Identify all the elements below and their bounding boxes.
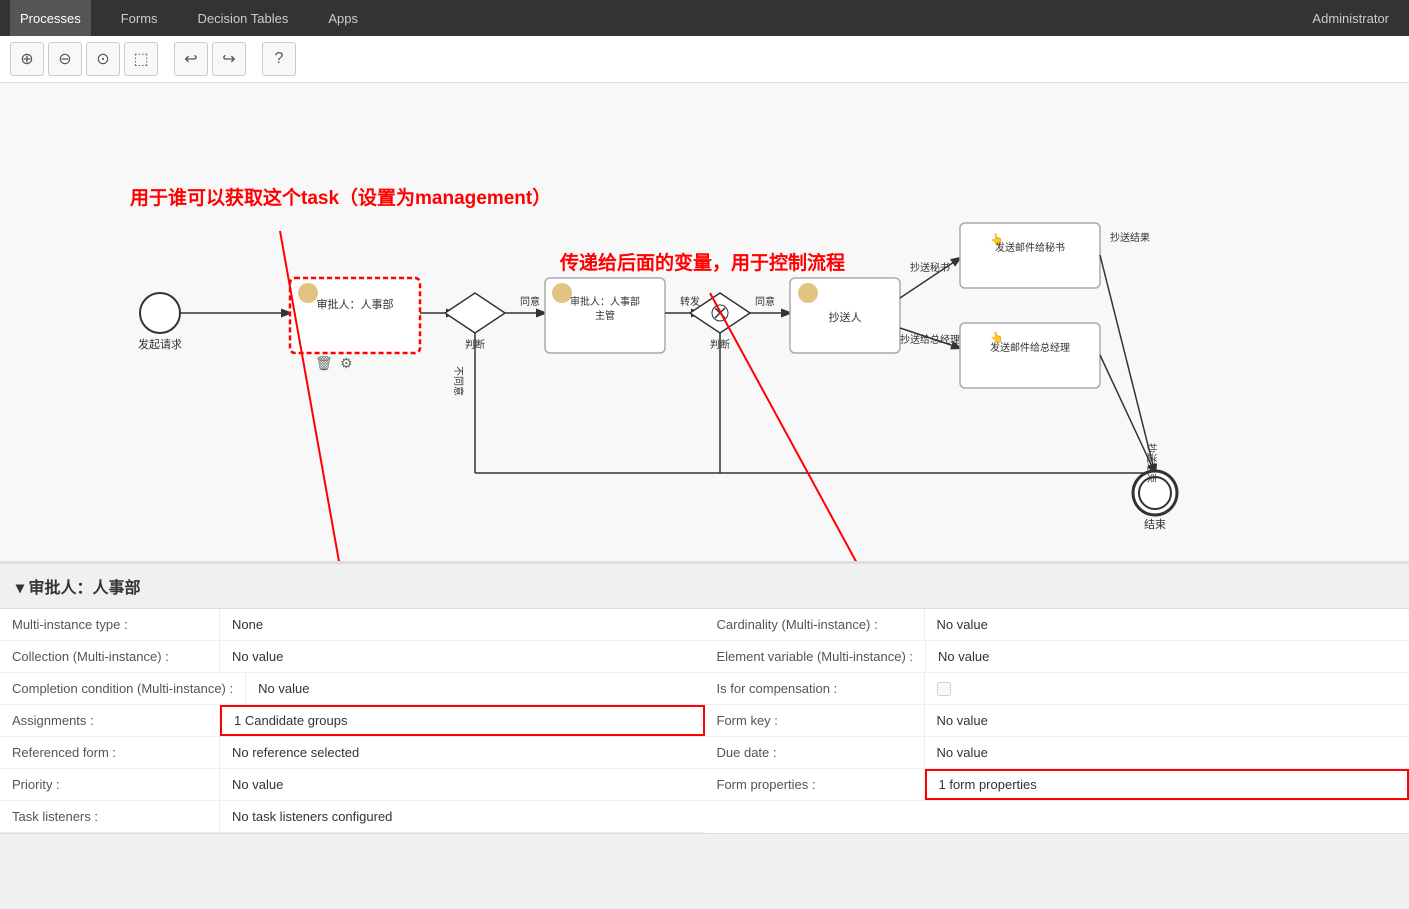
svg-text:抄送结束: 抄送结束 [1145,443,1158,483]
prop-value-priority: No value [220,769,705,800]
svg-text:审批人：人事部: 审批人：人事部 [317,297,394,311]
prop-value-cardinality: No value [925,609,1409,640]
zoom-out-button[interactable]: ⊖ [48,42,82,76]
undo-button[interactable]: ↩ [174,42,208,76]
prop-row-priority: Priority : No value [0,769,705,801]
properties-left-col: Multi-instance type : None Collection (M… [0,609,705,833]
prop-row-multi-instance-type: Multi-instance type : None [0,609,705,641]
bpmn-diagram: 发起请求 审批人：人事部 🗑 ⚙ 判断 同意 不同意 审批人：人事部 主管 [0,83,1409,563]
prop-label-due-date: Due date : [705,737,925,768]
prop-row-element-variable: Element variable (Multi-instance) : No v… [705,641,1409,673]
nav-decision-tables[interactable]: Decision Tables [188,0,299,36]
redo-button[interactable]: ↪ [212,42,246,76]
svg-text:发送邮件给秘书: 发送邮件给秘书 [995,241,1065,254]
svg-text:⚙: ⚙ [340,355,353,371]
prop-label-priority: Priority : [0,769,220,800]
svg-text:不同意: 不同意 [452,366,465,396]
prop-label-form-key: Form key : [705,705,925,736]
prop-row-assignments: Assignments : 1 Candidate groups [0,705,705,737]
properties-right-col: Cardinality (Multi-instance) : No value … [705,609,1409,833]
prop-label-collection: Collection (Multi-instance) : [0,641,220,672]
svg-text:抄送人: 抄送人 [829,310,862,324]
prop-row-is-compensation: Is for compensation : [705,673,1409,705]
svg-text:🗑: 🗑 [315,355,333,371]
properties-header: ▾ 审批人：人事部 [0,563,1409,609]
prop-value-completion: No value [246,673,704,704]
svg-text:转发: 转发 [680,295,700,308]
prop-row-due-date: Due date : No value [705,737,1409,769]
prop-value-referenced-form: No reference selected [220,737,705,768]
prop-label-completion: Completion condition (Multi-instance) : [0,673,246,704]
nav-processes[interactable]: Processes [10,0,91,36]
prop-label-element-variable: Element variable (Multi-instance) : [705,641,927,672]
svg-text:审批人：人事部: 审批人：人事部 [570,295,640,308]
prop-row-cardinality: Cardinality (Multi-instance) : No value [705,609,1409,641]
prop-value-element-variable: No value [926,641,1409,672]
prop-row-form-properties: Form properties : 1 form properties [705,769,1409,801]
prop-row-task-listeners: Task listeners : No task listeners confi… [0,801,705,833]
svg-text:同意: 同意 [755,295,775,308]
prop-value-is-compensation[interactable] [925,673,1409,704]
annotation-text-2: 传递给后面的变量，用于控制流程 [560,248,845,275]
zoom-select-button[interactable]: ⬚ [124,42,158,76]
prop-label-task-listeners: Task listeners : [0,801,220,832]
user-info: Administrator [1302,11,1399,26]
prop-label-referenced-form: Referenced form : [0,737,220,768]
prop-value-due-date: No value [925,737,1409,768]
prop-row-form-key: Form key : No value [705,705,1409,737]
svg-text:抄送结果: 抄送结果 [1110,231,1150,244]
prop-value-task-listeners: No task listeners configured [220,801,705,832]
prop-label-cardinality: Cardinality (Multi-instance) : [705,609,925,640]
prop-label-is-compensation: Is for compensation : [705,673,925,704]
prop-row-collection: Collection (Multi-instance) : No value [0,641,705,673]
nav-apps[interactable]: Apps [318,0,368,36]
prop-value-assignments[interactable]: 1 Candidate groups [220,705,705,736]
prop-row-completion: Completion condition (Multi-instance) : … [0,673,705,705]
prop-value-form-properties[interactable]: 1 form properties [925,769,1409,800]
svg-text:同意: 同意 [520,295,540,308]
svg-text:主管: 主管 [595,309,615,322]
svg-text:抄送给总经理: 抄送给总经理 [900,333,960,346]
diagram-toolbar: ⊕ ⊖ ⊙ ⬚ ↩ ↪ ? [0,36,1409,83]
svg-text:发送邮件给总经理: 发送邮件给总经理 [990,341,1070,354]
prop-value-collection: No value [220,641,705,672]
zoom-fit-button[interactable]: ⊙ [86,42,120,76]
prop-row-referenced-form: Referenced form : No reference selected [0,737,705,769]
svg-text:结束: 结束 [1144,518,1166,531]
prop-label-form-properties: Form properties : [705,769,925,800]
prop-label-assignments: Assignments : [0,705,220,736]
help-button[interactable]: ? [262,42,296,76]
prop-value-form-key: No value [925,705,1409,736]
prop-value-multi-instance-type: None [220,609,705,640]
compensation-checkbox[interactable] [937,682,951,696]
svg-text:抄送秘书: 抄送秘书 [910,261,950,274]
properties-grid: Multi-instance type : None Collection (M… [0,609,1409,834]
prop-label-multi-instance-type: Multi-instance type : [0,609,220,640]
zoom-in-button[interactable]: ⊕ [10,42,44,76]
top-navigation: Processes Forms Decision Tables Apps Adm… [0,0,1409,36]
properties-section: ▾ 审批人：人事部 Multi-instance type : None Col… [0,563,1409,834]
canvas-area[interactable]: 发起请求 审批人：人事部 🗑 ⚙ 判断 同意 不同意 审批人：人事部 主管 [0,83,1409,563]
annotation-text-1: 用于谁可以获取这个task（设置为management） [130,183,551,210]
nav-forms[interactable]: Forms [111,0,168,36]
svg-text:发起请求: 发起请求 [138,337,182,351]
